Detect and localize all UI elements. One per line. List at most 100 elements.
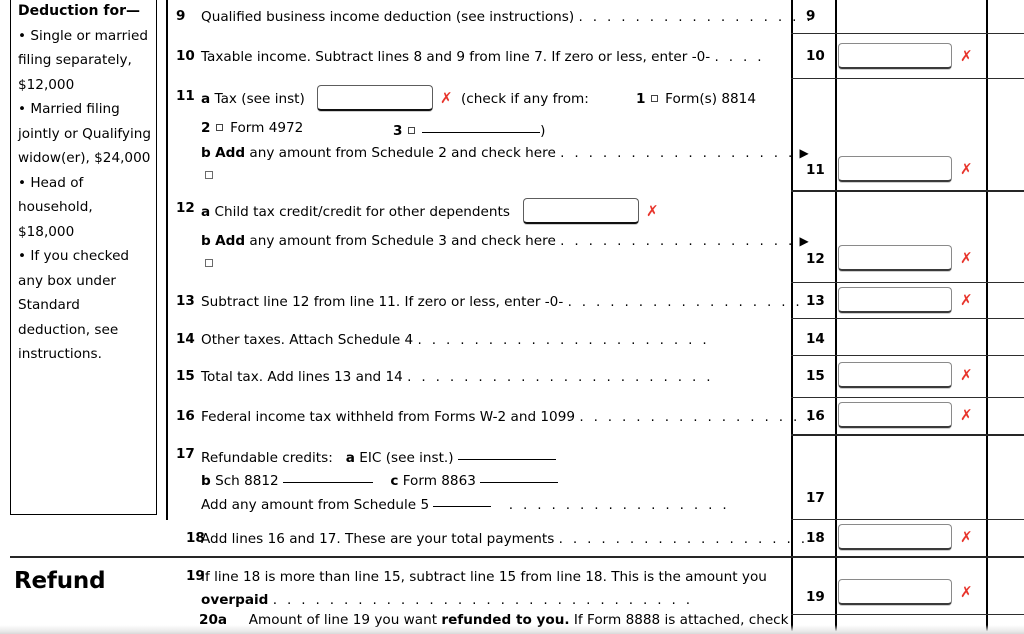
line-text-12a: a Child tax credit/credit for other depe… [201, 204, 510, 220]
line-12a-description: Child tax credit/credit for other depend… [214, 204, 510, 220]
line-11b-leader: . . . . . . . . . . . . . . . . . [560, 145, 796, 161]
amount-input-16[interactable] [838, 402, 952, 428]
line-text-15: Total tax. Add lines 13 and 14 . . . . .… [201, 369, 713, 385]
line-17a-prefix: a [345, 450, 355, 466]
table-hrule-16-17 [791, 434, 1024, 437]
line-12b-leader: . . . . . . . . . . . . . . . . . [560, 233, 796, 249]
line-18-description: Add lines 16 and 17. These are your tota… [201, 531, 555, 547]
cutoff-row-20a: 20a Amount of line 19 you want refunded … [0, 614, 1024, 634]
tax-amount-input-11a[interactable] [317, 85, 433, 111]
arrow-right-icon-11b: ▶ [799, 146, 809, 160]
amount-input-12[interactable] [838, 245, 952, 271]
amount-input-11[interactable] [838, 156, 952, 182]
sch-8812-blank[interactable] [283, 470, 374, 483]
x-marker-13: ✗ [960, 291, 973, 309]
amount-line-number-9: 9 [806, 8, 816, 24]
line-number-11: 11 [176, 88, 195, 104]
line-text-11b: b Add any amount from Schedule 2 and che… [201, 145, 809, 161]
eic-amount-blank[interactable] [457, 447, 556, 460]
table-hrule-15-16 [791, 397, 1024, 399]
form-8863-blank[interactable] [480, 470, 559, 483]
line-17b-prefix: b [201, 473, 211, 489]
line-number-9: 9 [176, 8, 186, 24]
line-number-14: 14 [176, 331, 195, 347]
line-16-leader: . . . . . . . . . . . . . . . . . [579, 409, 815, 425]
amount-input-10[interactable] [838, 43, 952, 69]
amount-line-number-12: 12 [806, 251, 825, 267]
amount-input-18[interactable] [838, 524, 952, 550]
amount-input-15[interactable] [838, 362, 952, 388]
line-text-12b: b Add any amount from Schedule 3 and che… [201, 233, 809, 249]
line-9-description: Qualified business income deduction (see… [201, 9, 575, 25]
line-17-schedule5-description: Add any amount from Schedule 5 [201, 497, 430, 513]
line-19-description: If line 18 is more than line 15, subtrac… [201, 569, 767, 585]
arrow-right-icon-12b: ▶ [799, 234, 809, 248]
line-19-leader: . . . . . . . . . . . . . . . . . . . . … [272, 592, 693, 608]
line-11a-prefix: a [201, 91, 211, 107]
line-11b-description: any amount from Schedule 2 and check her… [249, 145, 556, 161]
line-number-13: 13 [176, 293, 195, 309]
checkbox-form-8814[interactable] [650, 95, 658, 102]
line-9-leader: . . . . . . . . . . . . . . . . . [578, 9, 814, 25]
x-marker-10: ✗ [960, 47, 973, 65]
other-form-blank[interactable] [422, 120, 541, 133]
line-text-17-schedule5: Add any amount from Schedule 5 . . . . .… [201, 494, 730, 513]
option-1-label: Form(s) 8814 [665, 91, 756, 107]
line-18-leader: . . . . . . . . . . . . . . . . . . [558, 531, 808, 547]
option-2-number: 2 [201, 120, 211, 136]
amount-line-number-13: 13 [806, 293, 825, 309]
line-number-10: 10 [176, 48, 195, 64]
line-text-17a: Refundable credits: a EIC (see inst.) [201, 447, 556, 466]
line-15-description: Total tax. Add lines 13 and 14 [201, 369, 403, 385]
line-text-9: Qualified business income deduction (see… [201, 9, 814, 25]
sidebar-line: any box under [18, 272, 117, 289]
schedule-5-blank[interactable] [433, 494, 492, 507]
line-14-description: Other taxes. Attach Schedule 4 [201, 332, 414, 348]
sidebar-line: instructions. [18, 346, 102, 362]
amount-line-number-10: 10 [806, 48, 825, 64]
checkbox-form-4972[interactable] [215, 124, 223, 131]
amount-line-number-11: 11 [806, 162, 825, 178]
table-hrule-11-12 [791, 190, 1024, 193]
amount-line-number-17: 17 [806, 490, 825, 506]
line-12a-prefix: a [201, 204, 211, 220]
amount-line-number-14: 14 [806, 331, 825, 347]
table-vrule-dollars-right [986, 0, 988, 634]
checkbox-schedule-2[interactable] [205, 171, 213, 179]
sidebar-line: jointly or Qualifying [18, 125, 151, 142]
option-1-number: 1 [636, 91, 646, 107]
line-13-leader: . . . . . . . . . . . . . . . . . [567, 294, 803, 310]
line-10-leader: . . . . [714, 49, 765, 65]
line-11a-option-2: 2 Form 4972 [201, 120, 303, 136]
option-2-label: Form 4972 [230, 120, 304, 136]
child-tax-credit-input-12a[interactable] [523, 198, 639, 224]
table-vrule-linenum-right [835, 0, 837, 634]
section-label-refund: Refund [14, 568, 106, 594]
sidebar-line: filing separately, [18, 52, 132, 68]
x-marker-12: ✗ [960, 249, 973, 267]
line-17-lead: Refundable credits: [201, 450, 333, 466]
line-text-16: Federal income tax withheld from Forms W… [201, 409, 814, 425]
checkbox-other-form[interactable] [407, 127, 415, 134]
checkbox-schedule-3[interactable] [205, 259, 213, 267]
sidebar-line: Standard [18, 297, 80, 313]
sidebar-line: • Head of [18, 174, 84, 191]
x-marker-19: ✗ [960, 583, 973, 601]
amount-line-number-18: 18 [806, 530, 825, 546]
line-text-14: Other taxes. Attach Schedule 4 . . . . .… [201, 332, 710, 348]
line-19-overpaid-label: overpaid [201, 592, 269, 608]
line-11a-description: Tax (see inst) [214, 91, 305, 107]
amount-input-19[interactable] [838, 579, 952, 605]
line-17c-description: Form 8863 [402, 473, 476, 489]
x-marker-16: ✗ [960, 406, 973, 424]
deduction-for-sidebar: Deduction for— • Single or married filin… [10, 0, 157, 515]
line-17b-description: Sch 8812 [215, 473, 279, 489]
line-11a-option-3: 3 ) [393, 120, 545, 139]
line-12b-prefix: b [201, 233, 211, 249]
amount-input-13[interactable] [838, 287, 952, 313]
table-hrule-9-10 [791, 33, 1024, 35]
sidebar-line: • Married filing [18, 101, 120, 117]
line-text-17bc: b Sch 8812 c Form 8863 [201, 470, 559, 489]
line-number-16: 16 [176, 408, 195, 424]
option-3-number: 3 [393, 123, 403, 139]
